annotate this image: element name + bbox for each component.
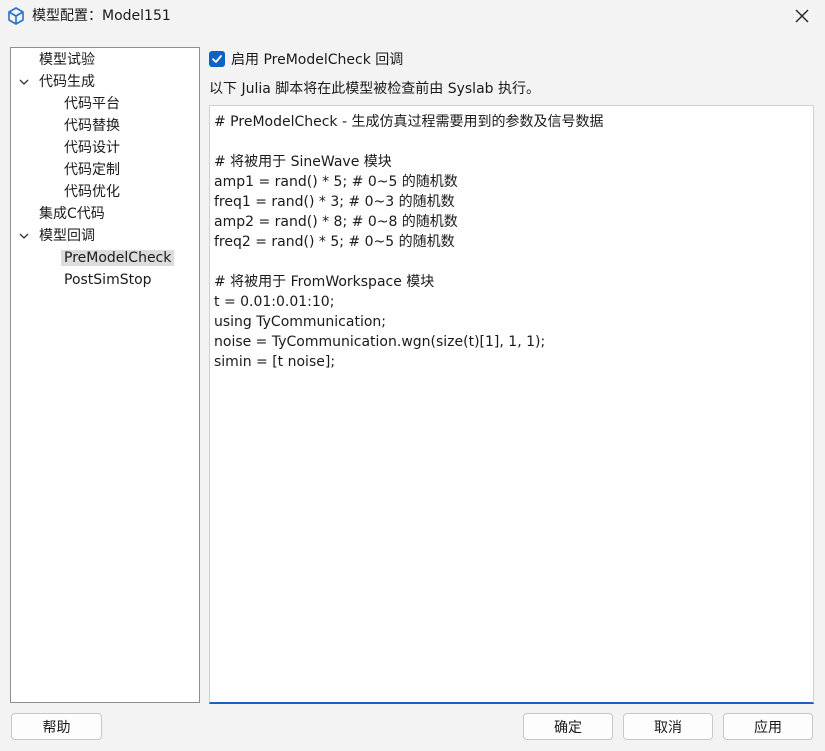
script-editor[interactable]: # PreModelCheck - 生成仿真过程需要用到的参数及信号数据 # 将被…	[209, 105, 814, 704]
code-line: # 将被用于 FromWorkspace 模块	[214, 274, 435, 290]
code-line: using TyCommunication;	[214, 314, 386, 330]
tree-item-label: 代码优化	[64, 184, 120, 200]
tree-item-label: 代码替换	[64, 118, 120, 134]
enable-callback-checkbox[interactable]	[209, 51, 225, 67]
apply-button[interactable]: 应用	[723, 713, 813, 740]
enable-callback-label[interactable]: 启用 PreModelCheck 回调	[231, 50, 403, 70]
close-icon	[795, 9, 809, 23]
tree-item-model-test[interactable]: 模型试验	[39, 50, 95, 70]
tree-item-code-replace[interactable]: 代码替换	[64, 116, 120, 136]
ok-button[interactable]: 确定	[523, 713, 613, 740]
window-title: 模型配置：Model151	[32, 8, 171, 24]
tree-item-code-optimize[interactable]: 代码优化	[64, 182, 120, 202]
tree-item-postsimstop[interactable]: PostSimStop	[64, 270, 152, 290]
tree-item-label: 集成C代码	[39, 206, 105, 222]
close-button[interactable]	[779, 0, 825, 32]
tree-item-label: 代码生成	[39, 74, 95, 90]
chevron-down-icon[interactable]	[19, 77, 29, 87]
code-line: amp1 = rand() * 5; # 0~5 的随机数	[214, 174, 458, 190]
chevron-down-icon[interactable]	[19, 231, 29, 241]
tree-item-model-callback[interactable]: 模型回调	[39, 226, 95, 246]
code-line: freq1 = rand() * 3; # 0~3 的随机数	[214, 194, 455, 210]
tree-item-premodelcheck[interactable]: PreModelCheck	[61, 248, 175, 268]
script-description: 以下 Julia 脚本将在此模型被检查前由 Syslab 执行。	[209, 81, 540, 97]
code-line: amp2 = rand() * 8; # 0~8 的随机数	[214, 214, 458, 230]
tree-item-code-design[interactable]: 代码设计	[64, 138, 120, 158]
cube-icon	[8, 7, 24, 25]
tree-item-code-platform[interactable]: 代码平台	[64, 94, 120, 114]
code-line: simin = [t noise];	[214, 354, 336, 370]
tree-item-code-gen[interactable]: 代码生成	[39, 72, 95, 92]
tree-item-code-custom[interactable]: 代码定制	[64, 160, 120, 180]
code-line: # PreModelCheck - 生成仿真过程需要用到的参数及信号数据	[214, 114, 604, 130]
tree-item-label: 代码定制	[64, 162, 120, 178]
code-line: noise = TyCommunication.wgn(size(t)[1], …	[214, 334, 546, 350]
tree-item-label: PostSimStop	[64, 272, 152, 288]
help-button[interactable]: 帮助	[11, 713, 102, 740]
checkmark-icon	[212, 55, 222, 63]
tree-item-integrate-c[interactable]: 集成C代码	[39, 204, 105, 224]
tree-item-label: PreModelCheck	[61, 250, 175, 266]
tree-item-label: 代码设计	[64, 140, 120, 156]
tree-item-label: 模型试验	[39, 52, 95, 68]
config-tree: 模型试验 代码生成 代码平台 代码替换 代码设计 代码定制 代码优化 集成C代码…	[10, 47, 200, 703]
tree-item-label: 代码平台	[64, 96, 120, 112]
code-line: t = 0.01:0.01:10;	[214, 294, 335, 310]
code-line: freq2 = rand() * 5; # 0~5 的随机数	[214, 234, 455, 250]
cancel-button[interactable]: 取消	[623, 713, 713, 740]
title-bar: 模型配置：Model151	[0, 0, 825, 32]
tree-item-label: 模型回调	[39, 228, 95, 244]
code-line: # 将被用于 SineWave 模块	[214, 154, 392, 170]
